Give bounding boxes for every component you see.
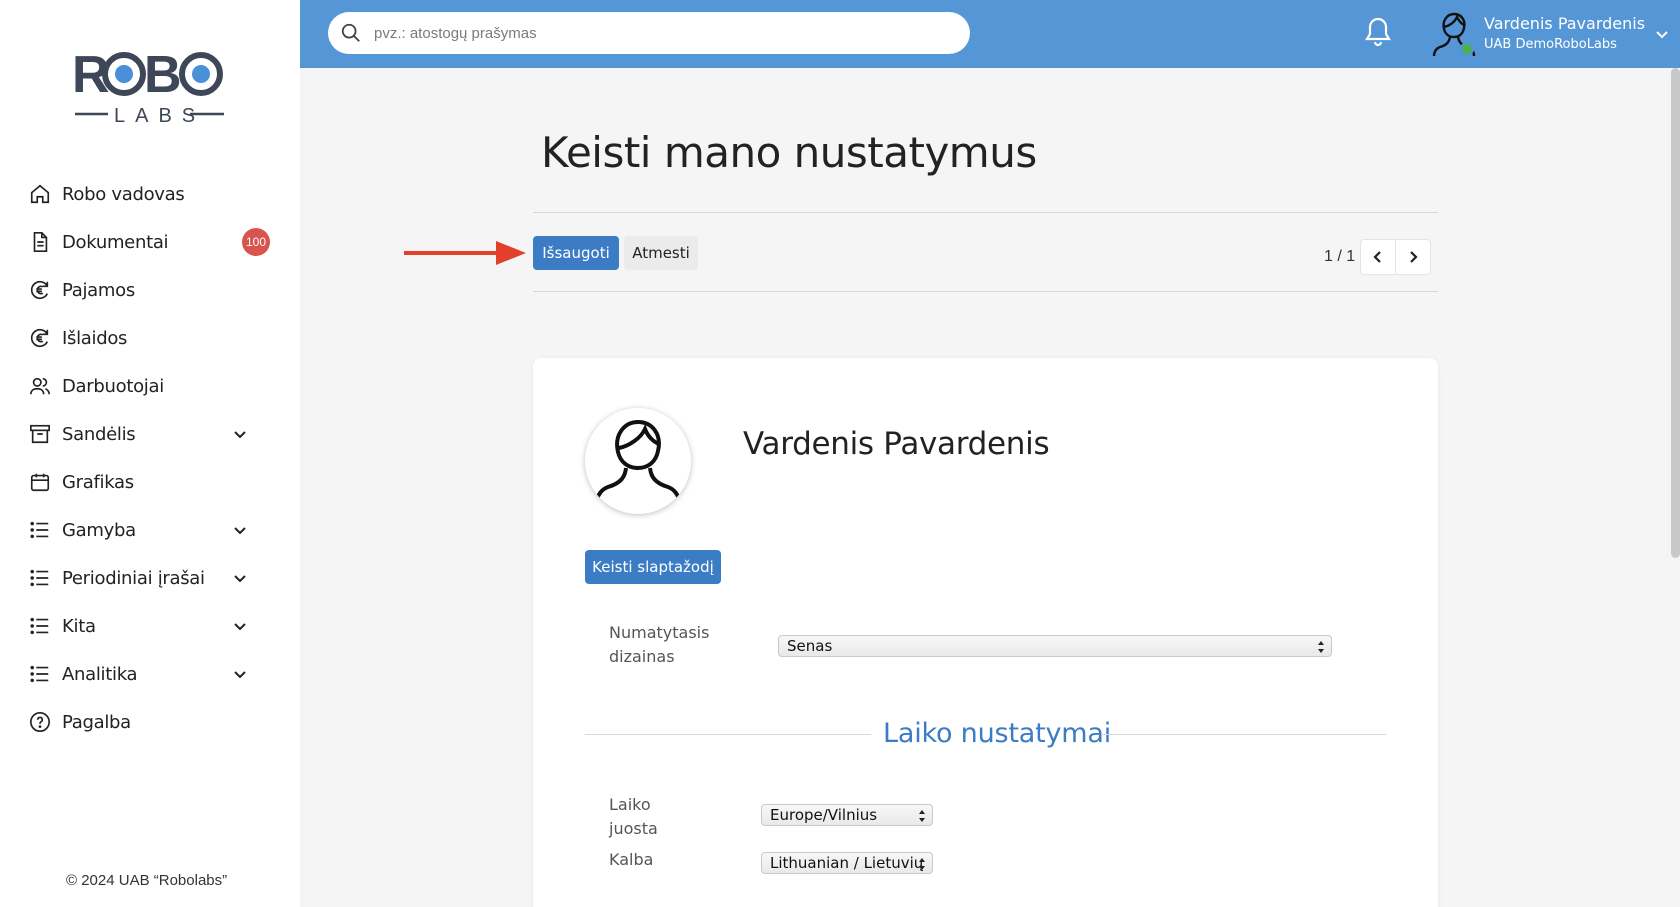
divider (533, 291, 1438, 292)
label-line: Laiko (609, 795, 651, 814)
sidebar-item-pajamos[interactable]: Pajamos (28, 268, 268, 312)
chevron-left-icon (1373, 251, 1381, 263)
chevron-down-icon[interactable] (230, 424, 250, 444)
archive-icon (28, 422, 52, 446)
svg-text:LABS: LABS (114, 105, 205, 126)
bell-icon[interactable] (1363, 16, 1393, 48)
default-design-label: Numatytasis dizainas (609, 621, 709, 669)
chevron-down-icon[interactable] (1652, 24, 1672, 44)
notification-badge: 100 (242, 228, 270, 256)
sidebar-item-label: Analitika (62, 663, 138, 685)
select-arrows-icon (919, 858, 925, 870)
svg-text:B: B (144, 46, 182, 104)
document-icon (28, 230, 52, 254)
sidebar-item-label: Robo vadovas (62, 183, 185, 205)
user-company[interactable]: UAB DemoRoboLabs (1484, 37, 1617, 52)
pager-counter: 1 / 1 (1324, 248, 1356, 265)
sidebar-item-label: Dokumentai (62, 231, 169, 253)
sidebar-item-label: Grafikas (62, 471, 134, 493)
copyright-text: © 2024 UAB “Robolabs” (66, 872, 228, 889)
language-select[interactable]: Lithuanian / Lietuvių (761, 852, 933, 874)
label-line: juosta (609, 819, 658, 838)
pointer-arrow-icon (404, 241, 526, 265)
sidebar-item-label: Gamyba (62, 519, 136, 541)
profile-avatar[interactable] (585, 408, 691, 514)
section-divider (585, 734, 871, 735)
sidebar-item-label: Pagalba (62, 711, 131, 733)
calendar-icon (28, 470, 52, 494)
chevron-down-icon[interactable] (230, 520, 250, 540)
select-arrows-icon (1318, 641, 1324, 653)
profile-name: Vardenis Pavardenis (743, 426, 1050, 462)
search-icon (341, 23, 360, 42)
user-name[interactable]: Vardenis Pavardenis (1484, 14, 1645, 33)
sidebar-item-islaidos[interactable]: Išlaidos (28, 316, 268, 360)
next-record-button[interactable] (1395, 239, 1431, 275)
sidebar-item-grafikas[interactable]: Grafikas (28, 460, 268, 504)
sidebar-item-pagalba[interactable]: Pagalba (28, 700, 268, 744)
sidebar-item-label: Sandėlis (62, 423, 136, 445)
euro-icon (28, 326, 52, 350)
sidebar: R B LABS Robo vadovas Dokumentai 100 Paj… (0, 0, 300, 907)
label-line: Numatytasis (609, 623, 710, 642)
settings-card: Vardenis Pavardenis Keisti slaptažodį Nu… (533, 358, 1438, 907)
robolabs-logo[interactable]: R B LABS (72, 44, 228, 126)
language-label: Kalba (609, 850, 654, 869)
default-design-select[interactable]: Senas (778, 635, 1332, 657)
sidebar-item-label: Darbuotojai (62, 375, 164, 397)
list-icon (28, 518, 52, 542)
sidebar-item-sandelis[interactable]: Sandėlis (28, 412, 268, 456)
chevron-down-icon[interactable] (230, 664, 250, 684)
timezone-label: Laiko juosta (609, 793, 658, 841)
scrollbar[interactable] (1671, 68, 1680, 558)
users-icon (28, 374, 52, 398)
list-icon (28, 614, 52, 638)
previous-record-button[interactable] (1360, 239, 1396, 275)
section-divider (1101, 734, 1386, 735)
sidebar-item-periodiniai-irasai[interactable]: Periodiniai įrašai (28, 556, 268, 600)
sidebar-item-gamyba[interactable]: Gamyba (28, 508, 268, 552)
sidebar-item-label: Periodiniai įrašai (62, 567, 205, 589)
chevron-right-icon (1410, 251, 1418, 263)
select-value: Europe/Vilnius (770, 806, 878, 824)
sidebar-item-dokumentai[interactable]: Dokumentai 100 (28, 220, 270, 264)
list-icon (28, 662, 52, 686)
page-title: Keisti mano nustatymus (541, 128, 1037, 177)
save-button[interactable]: Išsaugoti (533, 236, 619, 270)
sidebar-item-label: Kita (62, 615, 96, 637)
divider (533, 212, 1438, 213)
select-value: Senas (787, 637, 833, 655)
sidebar-item-darbuotojai[interactable]: Darbuotojai (28, 364, 268, 408)
sidebar-item-label: Išlaidos (62, 327, 128, 349)
select-value: Lithuanian / Lietuvių (770, 854, 924, 872)
top-bar: Vardenis Pavardenis UAB DemoRoboLabs (300, 0, 1680, 68)
select-arrows-icon (919, 810, 925, 822)
home-icon (28, 182, 52, 206)
search-bar[interactable] (328, 12, 970, 54)
list-icon (28, 566, 52, 590)
sidebar-item-label: Pajamos (62, 279, 135, 301)
change-password-button[interactable]: Keisti slaptažodį (585, 550, 721, 584)
search-input[interactable] (374, 24, 934, 42)
online-status-indicator (1460, 42, 1474, 56)
main-content: Keisti mano nustatymus Išsaugoti Atmesti… (300, 68, 1680, 907)
discard-button[interactable]: Atmesti (624, 236, 698, 270)
euro-icon (28, 278, 52, 302)
timezone-select[interactable]: Europe/Vilnius (761, 804, 933, 826)
chevron-down-icon[interactable] (230, 616, 250, 636)
sidebar-item-analitika[interactable]: Analitika (28, 652, 268, 696)
section-title-time-settings: Laiko nustatymai (883, 718, 1112, 749)
user-silhouette-icon (594, 419, 682, 505)
sidebar-item-kita[interactable]: Kita (28, 604, 268, 648)
sidebar-item-robo-vadovas[interactable]: Robo vadovas (28, 172, 268, 216)
label-line: dizainas (609, 647, 675, 666)
help-icon (28, 710, 52, 734)
chevron-down-icon[interactable] (230, 568, 250, 588)
